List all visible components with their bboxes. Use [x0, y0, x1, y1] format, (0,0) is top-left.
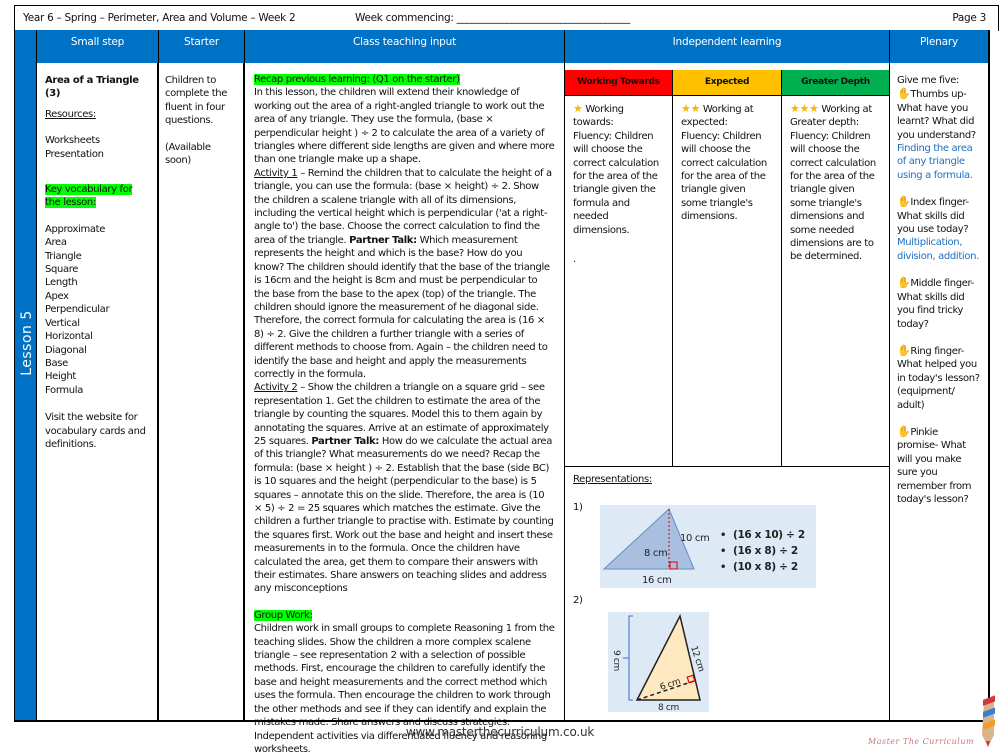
small-step-cell: Area of a Triangle (3) Resources: Worksh… [36, 63, 159, 722]
starter-note: (Available soon) [165, 141, 211, 167]
vocab-item: Vertical [45, 317, 80, 329]
hand-icon: ✋ [897, 195, 911, 209]
page-number: Page 3 [952, 12, 986, 24]
plenary-intro: Give me five: [897, 75, 960, 86]
plenary-item: ✋Thumbs up- What have you learnt? What d… [897, 87, 976, 141]
vocab-item: Formula [45, 384, 83, 396]
vocab-item: Apex [45, 290, 69, 302]
height-label: 9 cm [611, 650, 621, 671]
recap-label: Recap previous learning: (Q1 on the star… [254, 74, 460, 85]
vocab-item: Area [45, 237, 67, 249]
footer-website[interactable]: www.masterthecurriculum.co.uk [380, 725, 620, 739]
representation-2-diagram: 9 cm 12 cm 6 cm 8 cm [608, 612, 709, 712]
height-label: 8 cm [644, 548, 667, 559]
hand-icon: ✋ [897, 276, 911, 290]
table-bottom-border [14, 720, 990, 722]
activity-1-label: Activity 1 [254, 167, 298, 179]
star-icon: ★★ [681, 102, 701, 115]
header-starter: Starter [159, 30, 245, 63]
level-description: Fluency: Children will choose the correc… [681, 130, 767, 223]
level-description: Fluency: Children will choose the correc… [573, 130, 659, 236]
vocab-item: Base [45, 357, 68, 369]
activity-2: Activity 2 – Show the children a triangl… [254, 382, 554, 595]
vocab-item: Approximate [45, 223, 106, 235]
resource-item: Worksheets [45, 135, 100, 147]
calculation-option: (16 x 10) ÷ 2 [733, 529, 805, 541]
working-towards-cell: ★ Working towards: Fluency: Children wil… [565, 96, 673, 466]
level-expected: Expected [673, 70, 782, 96]
representations-label: Representations: [573, 474, 652, 485]
activity-1: Activity 1 – Remind the children that to… [254, 167, 552, 380]
representation-1-diagram: 8 cm 10 cm 16 cm • (16 x 10) ÷ 2 • (16 x… [600, 505, 816, 588]
week-commencing: Week commencing: _______________________… [355, 12, 630, 24]
starter-text: Children to complete the fluent in four … [165, 75, 228, 127]
vocab-item: Triangle [45, 250, 82, 262]
calculation-option: (16 x 8) ÷ 2 [733, 545, 798, 557]
vocab-item: Height [45, 371, 76, 383]
hand-icon: ✋ [897, 343, 911, 357]
header-small-step: Small step [36, 30, 159, 63]
plenary-item: ✋Middle finger- What skills did you find… [897, 276, 974, 330]
starter-cell: Children to complete the fluent in four … [159, 63, 245, 722]
plenary-item: ✋Index finger- What skills did you use t… [897, 195, 969, 236]
footer-brand: Master The Curriculum [868, 737, 975, 746]
vocab-item: Diagonal [45, 344, 87, 356]
vocab-item: Perpendicular [45, 304, 110, 316]
resources-label: Resources: [45, 108, 96, 120]
lesson-label: Lesson 5 [19, 310, 35, 376]
plenary-answer: Multiplication, division, addition. [897, 237, 979, 262]
greater-depth-cell: ★★★ Working at Greater depth: Fluency: C… [782, 96, 890, 466]
vocabulary-list: Approximate Area Triangle Square Length … [45, 223, 149, 397]
side-label: 10 cm [680, 533, 709, 544]
partner-talk-label: Partner Talk: [311, 435, 379, 447]
level-working-towards: Working Towards [565, 70, 673, 96]
header-independent-learning: Independent learning [565, 30, 890, 63]
resource-item: Presentation [45, 148, 104, 160]
pencil-logo-icon [982, 695, 995, 747]
vocab-item: Square [45, 264, 79, 276]
base-label: 8 cm [658, 703, 679, 712]
calculation-option: (10 x 8) ÷ 2 [733, 561, 798, 573]
star-icon: ★★★ [790, 102, 819, 115]
header-plenary: Plenary [890, 30, 990, 63]
representations-section: Representations: 1) 2) 8 cm 10 cm 16 cm … [565, 466, 890, 720]
level-description: Fluency: Children will choose the correc… [790, 130, 876, 263]
plenary-answer: Finding the area of any triangle using a… [897, 143, 973, 181]
class-teaching-cell: Recap previous learning: (Q1 on the star… [245, 63, 565, 755]
key-vocabulary-label: Key vocabulary for the lesson: [45, 184, 133, 209]
plenary-cell: Give me five: ✋Thumbs up- What have you … [890, 63, 990, 722]
plenary-item: ✋Pinkie promise- What will you make sure… [897, 424, 972, 505]
representation-1-number: 1) [573, 502, 583, 513]
website-note: Visit the website for vocabulary cards a… [45, 412, 146, 450]
activity-2-label: Activity 2 [254, 382, 298, 394]
star-icon: ★ [573, 102, 583, 115]
plenary-item: ✋Ring finger- What helped you in today's… [897, 343, 980, 411]
page-header: Year 6 – Spring – Perimeter, Area and Vo… [14, 5, 999, 31]
hand-icon: ✋ [897, 424, 911, 438]
document-title: Year 6 – Spring – Perimeter, Area and Vo… [23, 12, 296, 24]
group-work-label: Group Work: [254, 609, 313, 621]
option-bullet: • [720, 530, 726, 541]
lesson-band: Lesson 5 [14, 30, 36, 722]
small-step-title: Area of a Triangle (3) [45, 75, 139, 100]
teaching-intro: In this lesson, the children will extend… [254, 87, 555, 166]
representation-2-number: 2) [573, 595, 583, 606]
vocab-item: Length [45, 277, 78, 289]
partner-talk-label: Partner Talk: [349, 234, 417, 246]
option-bullet: • [720, 546, 726, 557]
vocab-item: Horizontal [45, 331, 93, 343]
option-bullet: • [720, 562, 726, 573]
level-greater-depth: Greater Depth [782, 70, 890, 96]
header-class-teaching: Class teaching input [245, 30, 565, 63]
expected-cell: ★★ Working at expected: Fluency: Childre… [673, 96, 782, 466]
hand-icon: ✋ [897, 87, 911, 101]
base-label: 16 cm [642, 575, 671, 586]
